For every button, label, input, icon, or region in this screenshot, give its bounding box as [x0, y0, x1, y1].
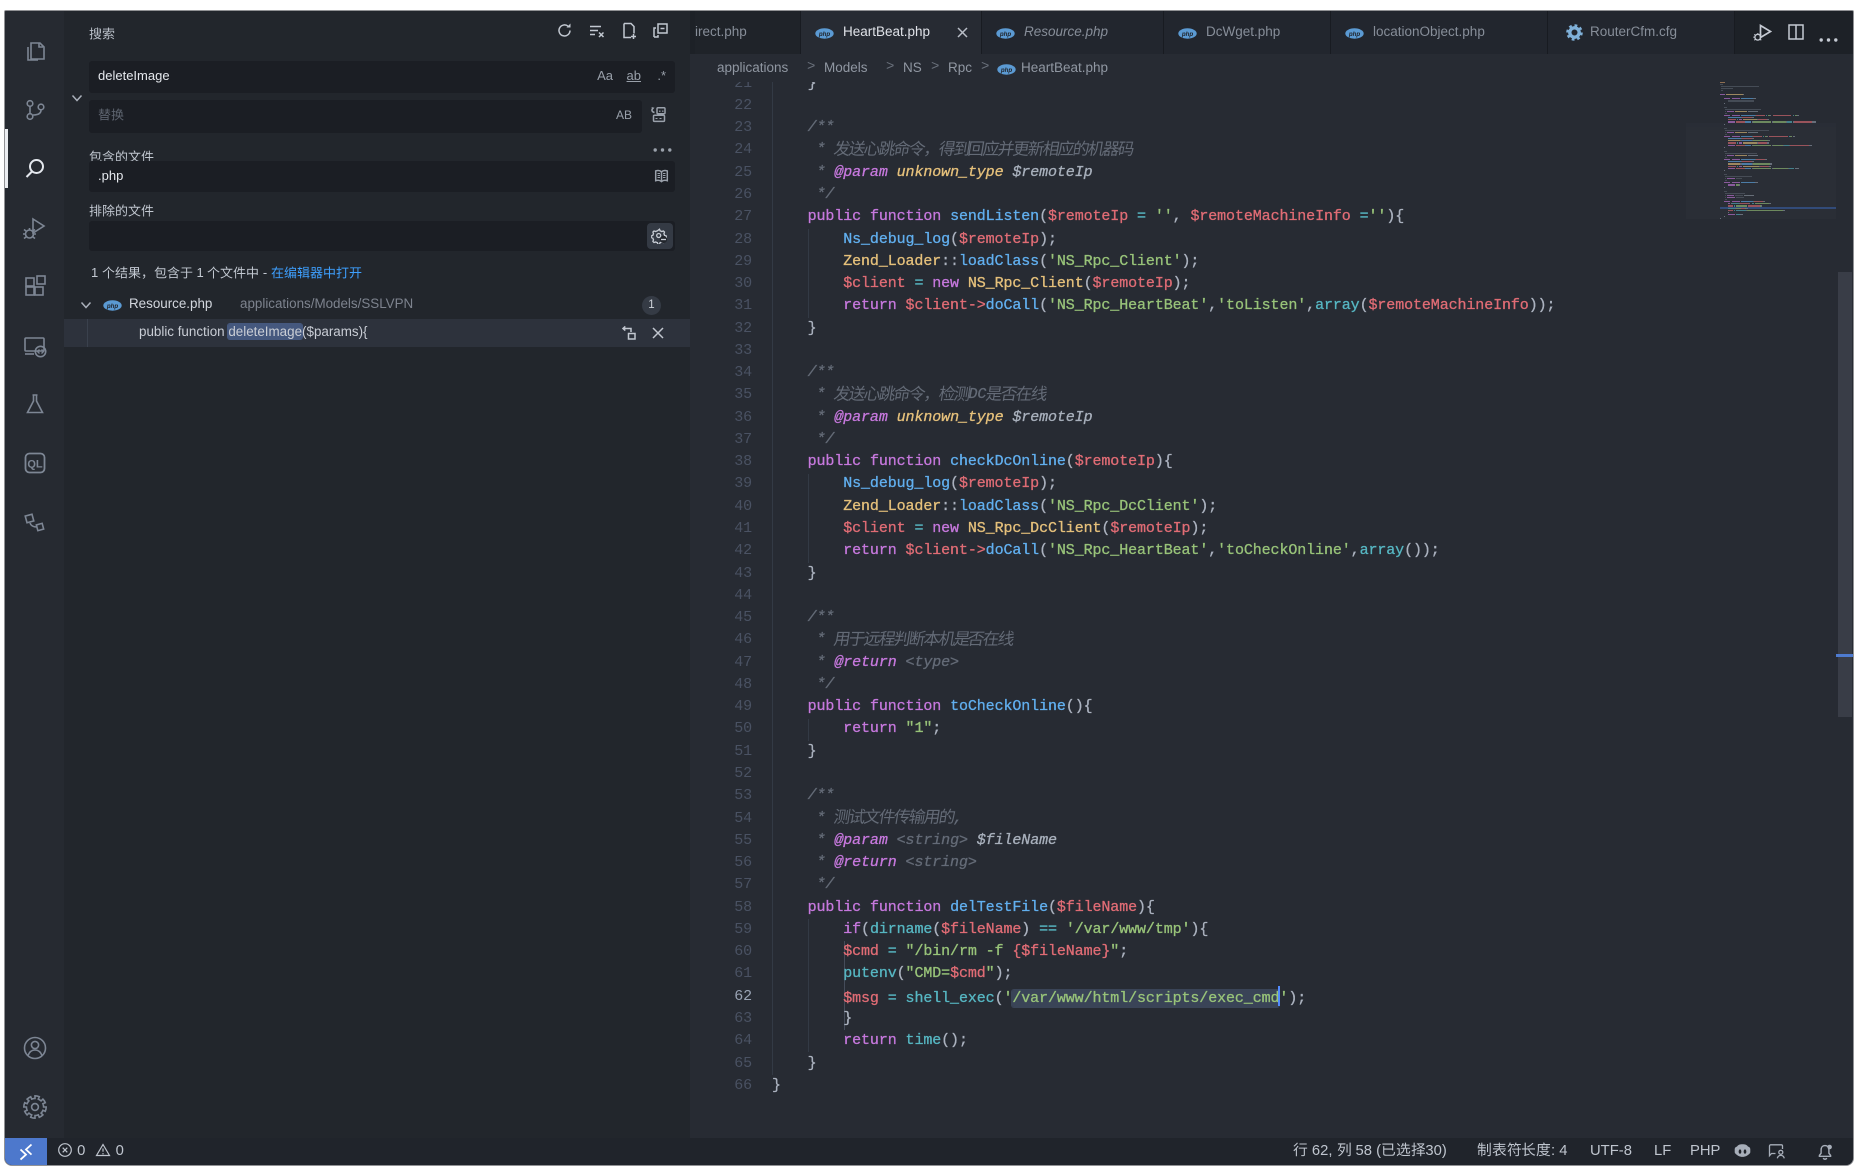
svg-text:php: php [818, 31, 831, 38]
svg-text:php: php [106, 303, 119, 310]
svg-text:php: php [999, 31, 1012, 38]
svg-text:php: php [1181, 31, 1194, 38]
svg-text:php: php [1348, 31, 1361, 38]
svg-text:php: php [1000, 67, 1013, 74]
svg-text:QL: QL [27, 459, 43, 471]
